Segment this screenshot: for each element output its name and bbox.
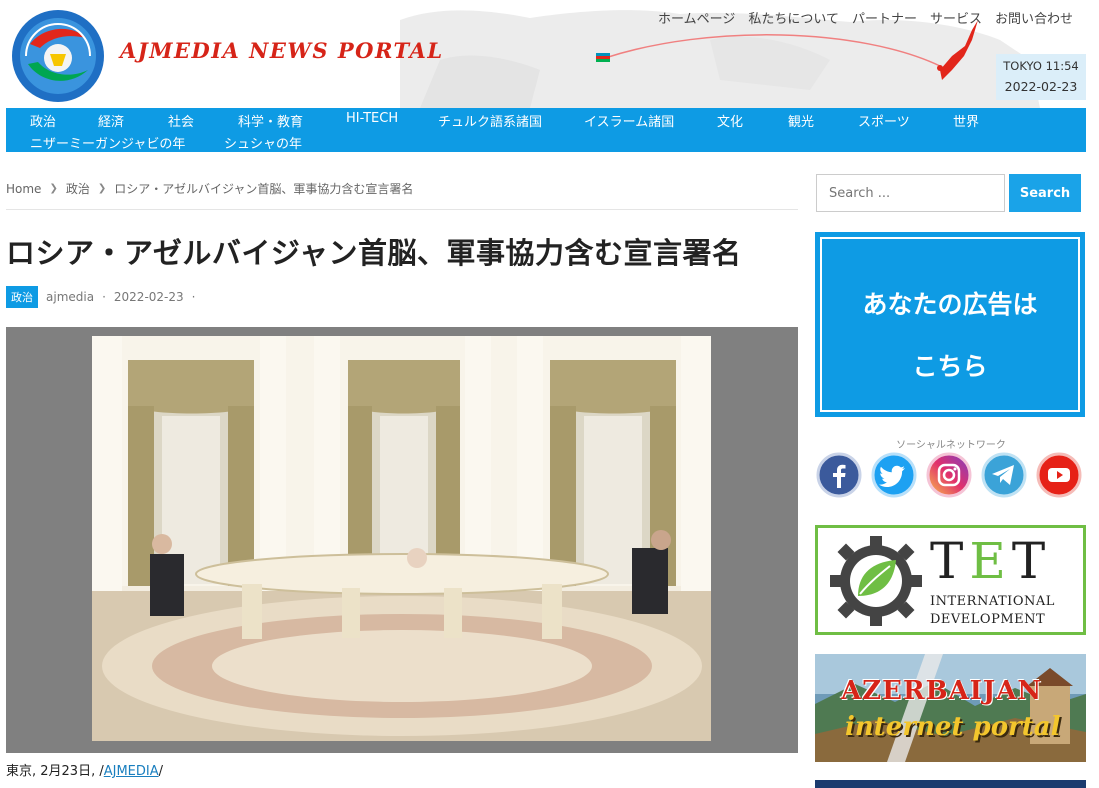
top-nav-partners[interactable]: パートナー	[852, 8, 917, 27]
internet-portal-text: internet portal	[845, 712, 1061, 742]
azerbaijan-banner-background	[815, 654, 1086, 762]
top-nav-services[interactable]: サービス	[930, 8, 982, 27]
clock-time: TOKYO 11:54	[1003, 59, 1079, 73]
top-nav-about[interactable]: 私たちについて	[748, 8, 839, 27]
next-banner-strip	[815, 780, 1086, 788]
clock-date: 2022-02-23	[1004, 79, 1078, 94]
nav-turkic-states[interactable]: チュルク語系諸国	[438, 111, 542, 130]
top-nav-contact[interactable]: お問い合わせ	[995, 8, 1073, 27]
telegram-icon[interactable]	[981, 452, 1027, 498]
article-title: ロシア・アゼルバイジャン首脳、軍事協力含む宣言署名	[6, 236, 742, 270]
nav-year-nizami[interactable]: ニザーミーガンジャビの年	[30, 133, 185, 152]
article-meta: 政治 ajmedia · 2022-02-23 ·	[6, 286, 195, 308]
breadcrumb-category[interactable]: 政治	[66, 180, 90, 197]
site-header: AJMEDIA NEWS PORTAL ホームページ 私たちについて パートナー…	[0, 0, 1099, 108]
ad-line-1: あなたの広告は	[862, 290, 1038, 319]
azerbaijan-portal-banner[interactable]: AZERBAIJAN internet portal	[815, 654, 1086, 762]
ad-line-2: こちら	[912, 352, 988, 381]
breadcrumb: Home ❯ 政治 ❯ ロシア・アゼルバイジャン首脳、軍事協力含む宣言署名	[6, 180, 413, 197]
article-date: 2022-02-23	[113, 290, 184, 304]
twitter-icon[interactable]	[871, 452, 917, 498]
nav-culture[interactable]: 文化	[717, 111, 743, 130]
nav-hi-tech[interactable]: HI-TECH	[346, 111, 398, 126]
nav-sports[interactable]: スポーツ	[858, 111, 910, 130]
youtube-icon[interactable]	[1036, 452, 1082, 498]
breadcrumb-home[interactable]: Home	[6, 182, 41, 196]
nav-year-shusha[interactable]: シュシャの年	[224, 133, 302, 152]
tet-subtitle-1: INTERNATIONAL	[930, 594, 1055, 609]
caption-location: 東京, 2月23日, /	[6, 764, 104, 779]
article-image-frame	[6, 327, 798, 753]
site-title[interactable]: AJMEDIA NEWS PORTAL	[120, 38, 444, 63]
caption-suffix: /	[158, 764, 164, 779]
tet-subtitle-2: DEVELOPMENT	[930, 612, 1046, 627]
instagram-icon[interactable]	[926, 452, 972, 498]
top-nav-home[interactable]: ホームページ	[658, 8, 735, 27]
ad-banner[interactable]: あなたの広告は こちら	[815, 232, 1085, 417]
tet-logo-text: TET	[930, 532, 1052, 590]
ad-banner-frame: あなたの広告は こちら	[820, 237, 1080, 412]
nav-society[interactable]: 社会	[168, 111, 194, 130]
chevron-right-icon: ❯	[49, 183, 58, 194]
search-input[interactable]	[816, 174, 1005, 212]
gear-leaf-icon	[830, 536, 922, 626]
top-navigation: ホームページ 私たちについて パートナー サービス お問い合わせ	[658, 8, 1073, 27]
site-logo[interactable]	[10, 8, 106, 104]
azerbaijan-title: AZERBAIJAN	[841, 676, 1043, 706]
nav-economy[interactable]: 経済	[98, 111, 124, 130]
nav-world[interactable]: 世界	[953, 111, 979, 130]
caption-source-link[interactable]: AJMEDIA	[104, 764, 159, 779]
meta-separator: ·	[102, 290, 106, 304]
category-badge[interactable]: 政治	[6, 286, 38, 308]
nav-tourism[interactable]: 観光	[788, 111, 814, 130]
social-links	[816, 452, 1082, 498]
article-photo	[92, 336, 711, 741]
tet-banner[interactable]: TET INTERNATIONAL DEVELOPMENT	[815, 525, 1086, 635]
nav-islamic-states[interactable]: イスラーム諸国	[584, 111, 674, 130]
tokyo-clock: TOKYO 11:54 2022-02-23	[996, 54, 1086, 100]
search-button[interactable]: Search	[1009, 174, 1081, 212]
article-caption: 東京, 2月23日, /AJMEDIA/	[6, 760, 163, 779]
nav-science-education[interactable]: 科学・教育	[238, 111, 303, 130]
meta-separator: ·	[191, 290, 196, 304]
facebook-icon[interactable]	[816, 452, 862, 498]
breadcrumb-current: ロシア・アゼルバイジャン首脳、軍事協力含む宣言署名	[114, 182, 414, 196]
breadcrumb-divider	[6, 209, 798, 210]
article-author[interactable]: ajmedia	[46, 290, 94, 304]
main-navigation: 政治 経済 社会 科学・教育 HI-TECH チュルク語系諸国 イスラーム諸国 …	[6, 108, 1086, 152]
chevron-right-icon: ❯	[97, 183, 107, 194]
nav-politics[interactable]: 政治	[30, 111, 56, 130]
social-networks-label: ソーシャルネットワーク	[896, 440, 1006, 451]
